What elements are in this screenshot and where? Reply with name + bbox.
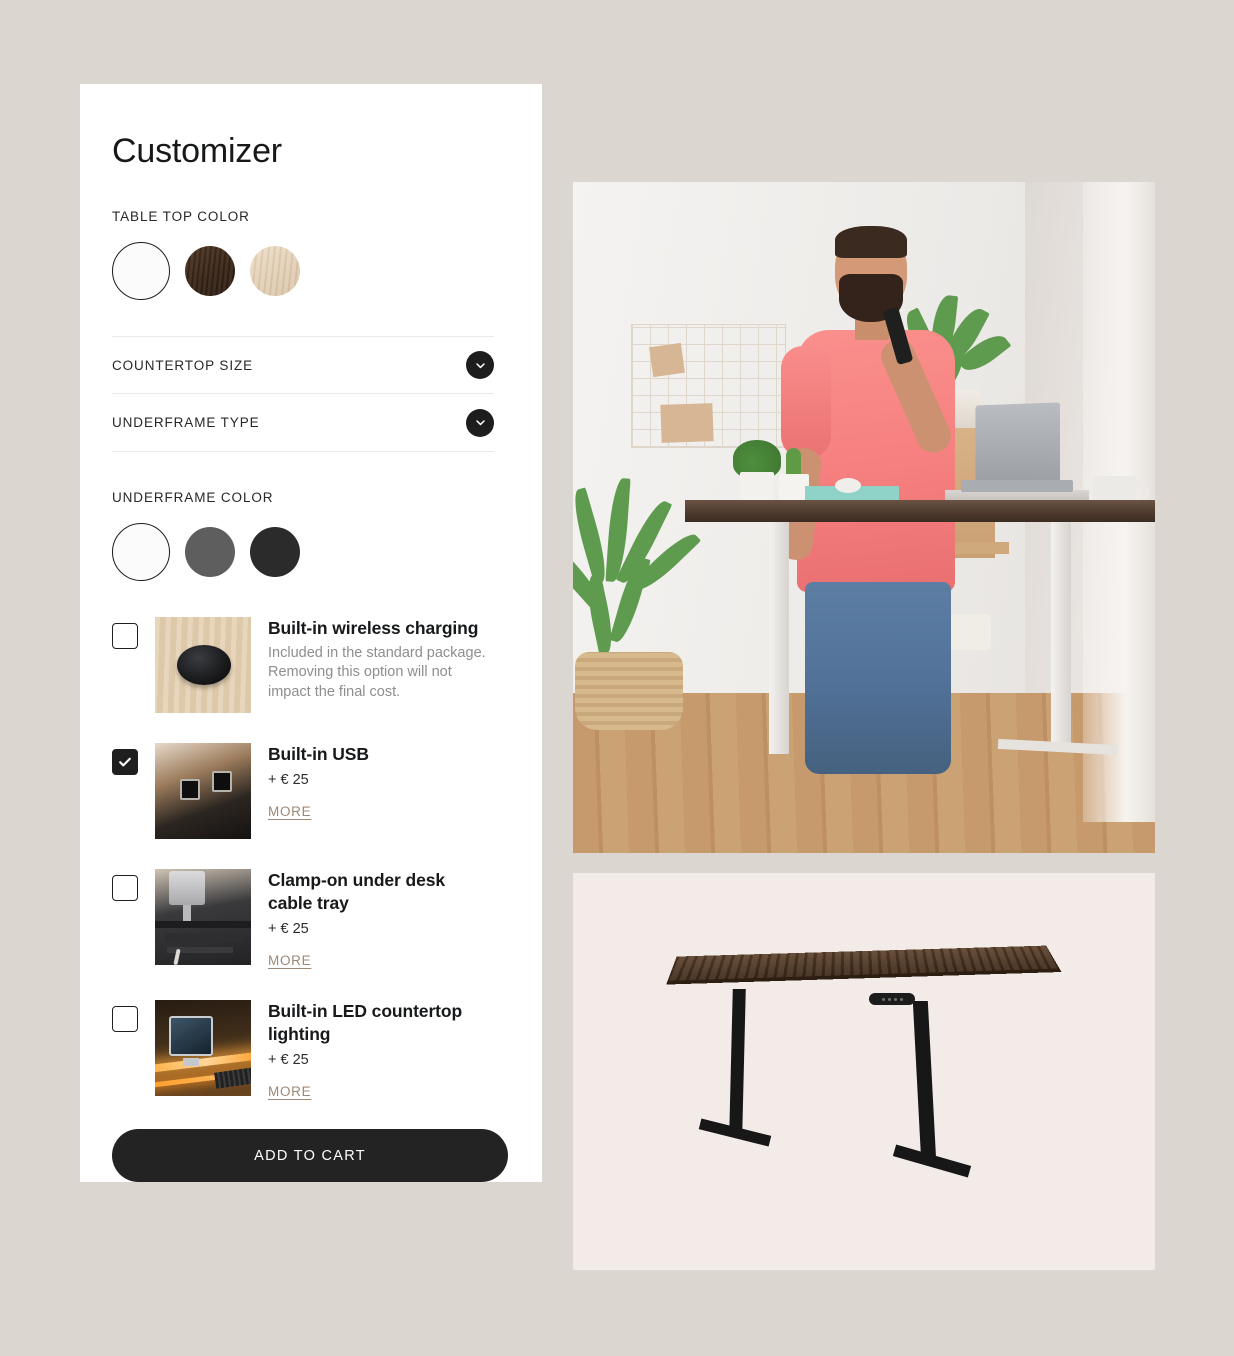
checkbox-cable-tray[interactable] xyxy=(112,875,138,901)
table-top-color-label: TABLE TOP COLOR xyxy=(112,209,250,224)
thumbnail-cable-tray xyxy=(155,869,251,965)
swatch-tabletop-dark-walnut[interactable] xyxy=(185,246,235,296)
option-row-wireless-charging: Built-in wireless charging Included in t… xyxy=(112,615,494,713)
accordion-underframe-type-label: UNDERFRAME TYPE xyxy=(112,415,260,430)
swatch-tabletop-white[interactable] xyxy=(112,242,170,300)
desk-control-panel xyxy=(869,993,915,1005)
thumbnail-built-in-usb xyxy=(155,743,251,839)
table-top-color-section: TABLE TOP COLOR xyxy=(112,209,494,300)
more-link-led-lighting[interactable]: MORE xyxy=(268,1084,311,1099)
swatch-underframe-white[interactable] xyxy=(112,523,170,581)
option-row-built-in-usb: Built-in USB + € 25 MORE xyxy=(112,741,494,839)
page-title: Customizer xyxy=(112,132,282,170)
accordion-countertop-size-label: COUNTERTOP SIZE xyxy=(112,357,254,373)
option-row-cable-tray: Clamp-on under desk cable tray + € 25 MO… xyxy=(112,867,494,970)
swatch-underframe-gray[interactable] xyxy=(185,527,235,577)
option-price: + € 25 xyxy=(268,772,309,789)
table-top-color-swatches xyxy=(112,242,494,300)
option-title: Clamp-on under desk cable tray xyxy=(268,870,446,914)
desk-surface xyxy=(685,500,1155,522)
product-photo xyxy=(573,873,1155,1270)
chevron-down-icon[interactable] xyxy=(466,351,494,379)
more-link-built-in-usb[interactable]: MORE xyxy=(268,804,311,819)
option-title: Built-in LED countertop lighting xyxy=(268,1001,463,1045)
accordion-countertop-size[interactable]: COUNTERTOP SIZE xyxy=(112,336,494,394)
option-title: Built-in wireless charging xyxy=(268,618,479,638)
swatch-tabletop-light-oak[interactable] xyxy=(250,246,300,296)
option-row-led-lighting: Built-in LED countertop lighting + € 25 … xyxy=(112,998,494,1101)
customizer-panel: Customizer TABLE TOP COLOR COUNTERTOP SI… xyxy=(80,84,542,1183)
checkbox-wireless-charging[interactable] xyxy=(112,623,138,649)
customizer-page: Customizer TABLE TOP COLOR COUNTERTOP SI… xyxy=(0,0,1234,1356)
thumbnail-wireless-charging xyxy=(155,617,251,713)
add-to-cart-button[interactable]: ADD TO CART xyxy=(112,1129,508,1183)
option-price: + € 25 xyxy=(268,1052,309,1069)
checkbox-led-lighting[interactable] xyxy=(112,1006,138,1033)
underframe-color-label: UNDERFRAME COLOR xyxy=(112,490,274,505)
laptop xyxy=(975,402,1061,484)
option-title: Built-in USB xyxy=(268,744,369,764)
accordion-group: COUNTERTOP SIZE UNDERFRAME TYPE xyxy=(112,336,494,452)
chevron-down-icon[interactable] xyxy=(466,408,494,437)
lifestyle-photo xyxy=(573,182,1155,853)
standing-desk-render xyxy=(667,945,1060,1205)
accordion-underframe-type[interactable]: UNDERFRAME TYPE xyxy=(112,394,494,452)
underframe-color-swatches xyxy=(112,523,494,581)
more-link-cable-tray[interactable]: MORE xyxy=(268,953,311,968)
option-price: + € 25 xyxy=(268,921,309,938)
option-description: Included in the standard package. Removi… xyxy=(268,645,486,700)
checkbox-built-in-usb[interactable] xyxy=(112,749,138,775)
swatch-underframe-black[interactable] xyxy=(250,527,300,577)
options-list: Built-in wireless charging Included in t… xyxy=(112,615,494,1101)
thumbnail-led-lighting xyxy=(155,1000,251,1097)
underframe-color-section: UNDERFRAME COLOR xyxy=(112,490,494,581)
